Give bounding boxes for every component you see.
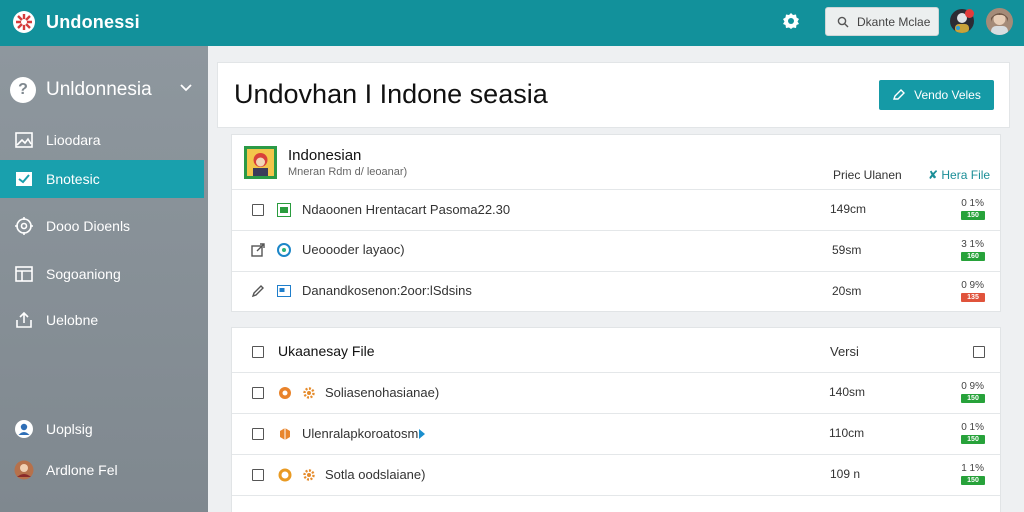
sidebar-workspace-switcher[interactable]: ? Unldonnesia [10, 76, 200, 104]
table-row[interactable]: Ndaoonen Hrentacart Pasoma22.30 149cm 0 … [232, 190, 1000, 231]
file-percent: 3 1% [961, 239, 984, 250]
pencil-icon [251, 284, 265, 298]
sidebar-item-ardlone-fel[interactable]: Ardlone Fel [0, 451, 204, 489]
circle-file-icon [278, 386, 292, 400]
panel-header: Ukaanesay File Versi [232, 328, 1000, 373]
edit-icon [893, 89, 906, 100]
row-checkbox[interactable] [252, 428, 264, 440]
gear-file-icon [302, 386, 316, 400]
file-percent: 1 1% [961, 463, 984, 474]
page-header: Undovhan I Indone seasia Vendo Veles [217, 62, 1010, 128]
table-row[interactable]: Sotla oodslaiane) 109 n 1 1% 150 [232, 455, 1000, 496]
play-icon [419, 429, 425, 439]
sidebar-item-label: Uelobne [46, 312, 99, 328]
sidebar-item-uelobne[interactable]: Uelobne [0, 301, 204, 339]
row-checkbox[interactable] [252, 469, 264, 481]
status-badge: 150 [961, 394, 985, 403]
sidebar-header-label: Unldonnesia [46, 79, 152, 100]
document-file-icon [277, 284, 291, 298]
panel-title: Ukaanesay File [278, 343, 375, 359]
panel-header: Indonesian Mneran Rdm d/ leoanar) Priec … [232, 135, 1000, 190]
table-row[interactable]: Ueoooder layaoc) 59sm 3 1% 160 [232, 231, 1000, 272]
table-row[interactable]: Danandkosenon:2oor:lSdsins 20sm 0 9% 135 [232, 272, 1000, 312]
file-percent: 0 1% [961, 198, 984, 209]
gear-icon[interactable] [781, 11, 801, 31]
avatar [14, 460, 34, 480]
table-row[interactable]: Soliasenohasianae) 140sm 0 9% 150 [232, 373, 1000, 414]
page-title: Undovhan I Indone seasia [234, 79, 548, 109]
row-checkbox[interactable] [252, 387, 264, 399]
sidebar-item-label: Ardlone Fel [46, 462, 118, 478]
sidebar-item-label: Uoplsig [46, 421, 93, 437]
column-toggle-checkbox[interactable] [973, 346, 985, 358]
status-badge: 150 [961, 435, 985, 444]
sidebar-item-sogoaniong[interactable]: Sogoaniong [0, 255, 204, 293]
globe-user-icon [14, 419, 34, 439]
file-name[interactable]: Ndaoonen Hrentacart Pasoma22.30 [302, 202, 510, 217]
search-input[interactable]: Dkante Mclae [825, 7, 939, 36]
stack-file-icon [278, 427, 292, 441]
file-percent: 0 1% [961, 422, 984, 433]
chevron-down-icon [180, 84, 192, 92]
brand-logo-icon [12, 10, 36, 34]
sidebar-item-label: Bnotesic [46, 171, 100, 187]
status-badge: 160 [961, 252, 985, 261]
row-checkbox[interactable] [252, 204, 264, 216]
image-icon [14, 130, 34, 150]
spreadsheet-file-icon [277, 203, 291, 217]
column-header[interactable]: Priec Ulanen [833, 168, 902, 182]
file-percent: 0 9% [961, 381, 984, 392]
file-name[interactable]: Ulenralapkoroatosm [302, 426, 418, 441]
sidebar-item-dooo-dioenls[interactable]: Dooo Dioenls [0, 207, 204, 245]
select-all-checkbox[interactable] [252, 346, 264, 358]
sidebar-item-bnotesic[interactable]: Bnotesic [0, 160, 204, 198]
top-bar: Undonessi Dkante Mclae [0, 0, 1024, 46]
app-title: Undonessi [46, 11, 140, 32]
file-name[interactable]: Sotla oodslaiane) [325, 467, 425, 482]
files-panel-indonesian: Indonesian Mneran Rdm d/ leoanar) Priec … [231, 134, 1001, 312]
column-header-file[interactable]: ✘ Hera File [928, 168, 990, 182]
user-avatar[interactable] [986, 8, 1013, 35]
sidebar-item-uoplsig[interactable]: Uoplsig [0, 410, 204, 448]
sidebar-item-label: Sogoaniong [46, 266, 121, 282]
files-panel-ukaanesay: Ukaanesay File Versi Soliasenohasianae) … [231, 327, 1001, 512]
file-name[interactable]: Danandkosenon:2oor:lSdsins [302, 283, 472, 298]
search-icon [837, 16, 849, 27]
file-name[interactable]: Soliasenohasianae) [325, 385, 439, 400]
file-size: 59sm [832, 243, 862, 257]
table-row[interactable]: Ulenralapkoroatosm 110cm 0 1% 150 [232, 414, 1000, 455]
external-link-icon [251, 243, 265, 257]
file-percent: 0 9% [961, 280, 984, 291]
panel-subtitle: Mneran Rdm d/ leoanar) [288, 166, 408, 178]
notification-badge [965, 9, 974, 18]
search-text: Dkante Mclae [857, 14, 931, 29]
sidebar-item-label: Lioodara [46, 132, 101, 148]
upload-icon [14, 310, 34, 330]
sidebar-item-lioodara[interactable]: Lioodara [0, 121, 204, 159]
table-icon [14, 264, 34, 284]
file-size: 110cm [829, 426, 865, 440]
file-name[interactable]: Ueoooder layaoc) [302, 242, 405, 257]
status-badge: 150 [961, 211, 985, 220]
primary-action-label: Vendo Veles [914, 88, 981, 102]
file-size: 140sm [829, 385, 866, 399]
folder-thumbnail-icon [244, 146, 277, 179]
brand[interactable]: Undonessi [12, 10, 140, 34]
check-square-icon [14, 169, 34, 189]
sidebar-item-label: Dooo Dioenls [46, 218, 131, 234]
file-size: 20sm [832, 284, 862, 298]
browser-file-icon [277, 243, 291, 257]
primary-action-button[interactable]: Vendo Veles [879, 80, 994, 110]
ring-file-icon [278, 468, 292, 482]
status-badge: 135 [961, 293, 985, 302]
file-size: 149cm [830, 202, 867, 216]
sidebar: ? Unldonnesia Lioodara Bnotesic Dooo Dio… [0, 46, 208, 512]
file-size: 109 n [830, 467, 861, 481]
status-badge: 150 [961, 476, 985, 485]
gear-file-icon [302, 468, 316, 482]
puzzle-icon [14, 216, 34, 236]
panel-title: Indonesian [288, 147, 362, 164]
column-header-version[interactable]: Versi [830, 344, 859, 359]
question-icon: ? [10, 77, 36, 103]
